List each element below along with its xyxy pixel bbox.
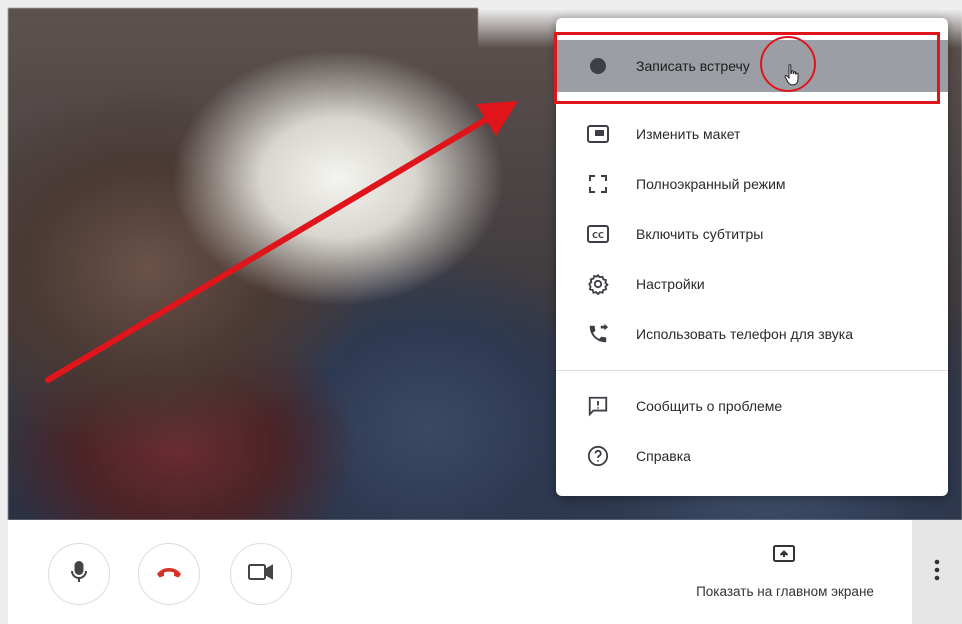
phone-audio-icon (586, 322, 610, 346)
camera-button[interactable] (230, 543, 292, 605)
menu-item-change-layout[interactable]: Изменить макет (556, 108, 948, 160)
menu-item-label: Полноэкранный режим (636, 176, 786, 192)
present-label: Показать на главном экране (696, 584, 874, 599)
menu-divider (556, 370, 948, 371)
layout-icon (586, 122, 610, 146)
svg-text:CC: CC (592, 231, 604, 240)
menu-item-label: Справка (636, 448, 691, 464)
menu-item-settings[interactable]: Настройки (556, 258, 948, 310)
hand-cursor-icon (784, 64, 799, 86)
microphone-icon (70, 560, 88, 589)
annotation-highlight-box (554, 32, 940, 104)
meeting-window: Записать встречу Изменить макет Полноэкр… (0, 0, 962, 624)
menu-item-captions[interactable]: CC Включить субтитры (556, 208, 948, 260)
report-problem-icon (586, 394, 610, 418)
fullscreen-icon (586, 172, 610, 196)
hang-up-icon (154, 564, 184, 585)
present-screen-icon (772, 544, 796, 568)
present-now-button[interactable]: Показать на главном экране (660, 540, 910, 610)
menu-item-label: Настройки (636, 276, 705, 292)
menu-item-phone-audio[interactable]: Использовать телефон для звука (556, 308, 948, 360)
microphone-button[interactable] (48, 543, 110, 605)
menu-item-label: Сообщить о проблеме (636, 398, 783, 414)
more-options-button[interactable] (912, 520, 962, 624)
menu-item-label: Включить субтитры (636, 226, 764, 242)
gear-icon (586, 272, 610, 296)
menu-item-help[interactable]: Справка (556, 430, 948, 482)
help-icon (586, 444, 610, 468)
more-vertical-icon (934, 559, 940, 586)
menu-item-label: Использовать телефон для звука (636, 326, 854, 342)
hang-up-button[interactable] (138, 543, 200, 605)
camera-icon (247, 562, 275, 587)
menu-item-report-problem[interactable]: Сообщить о проблеме (556, 380, 948, 432)
menu-item-fullscreen[interactable]: Полноэкранный режим (556, 158, 948, 210)
menu-item-label: Изменить макет (636, 126, 741, 142)
captions-icon: CC (586, 222, 610, 246)
